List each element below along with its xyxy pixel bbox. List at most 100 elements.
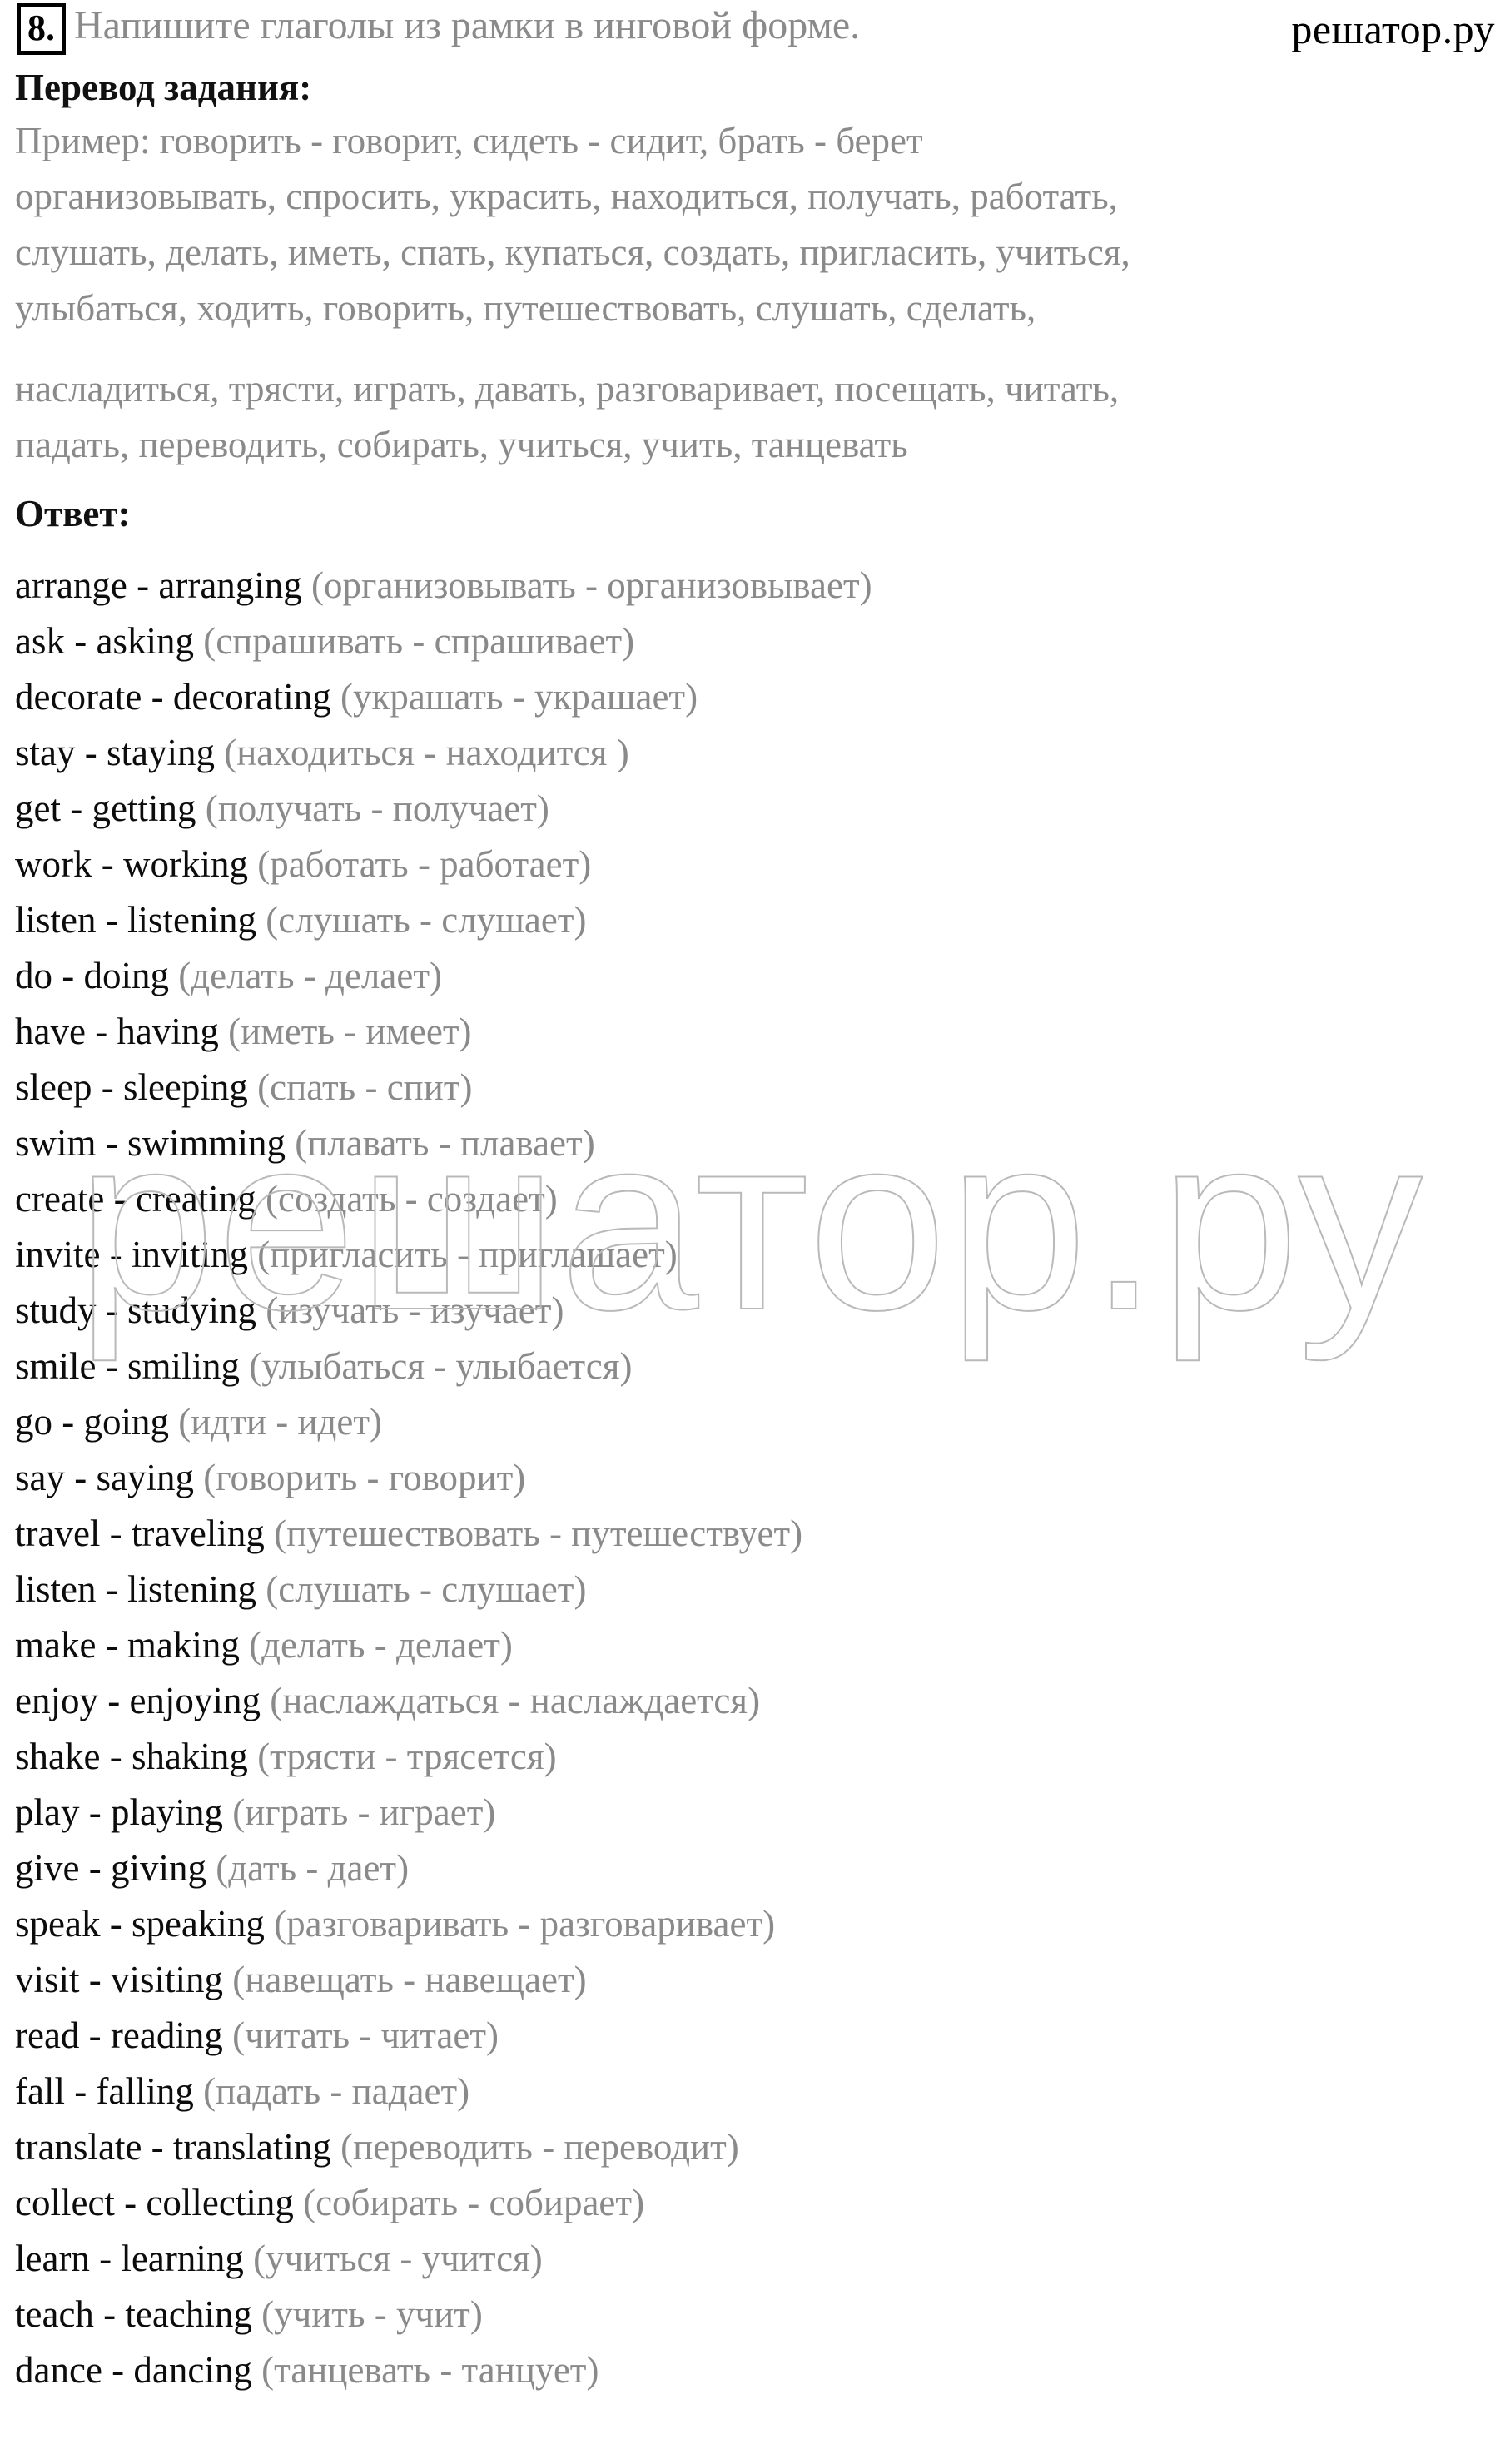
- translation-line: падать, переводить, собирать, учиться, у…: [15, 424, 908, 465]
- translation-block: Пример: говорить - говорит, сидеть - сид…: [0, 113, 1510, 473]
- answer-english: fall - falling: [15, 2070, 204, 2112]
- answer-english: swim - swimming: [15, 1122, 296, 1164]
- answer-russian: (наслаждаться - наслаждается): [270, 1680, 761, 1721]
- answer-line: study - studying (изучать - изучает): [15, 1283, 1510, 1339]
- answer-line: get - getting (получать - получает): [15, 781, 1510, 837]
- answer-line: smile - smiling (улыбаться - улыбается): [15, 1339, 1510, 1394]
- answer-line: shake - shaking (трясти - трясется): [15, 1729, 1510, 1785]
- answer-line: work - working (работать - работает): [15, 837, 1510, 892]
- answer-line: decorate - decorating (украшать - украша…: [15, 669, 1510, 725]
- answer-english: read - reading: [15, 2014, 233, 2056]
- answer-english: stay - staying: [15, 732, 225, 773]
- task-header: 8. Напишите глаголы из рамки в инговой ф…: [0, 0, 1510, 60]
- task-instruction-text: Напишите глаголы из рамки в инговой форм…: [74, 3, 861, 47]
- answer-line: fall - falling (падать - падает): [15, 2064, 1510, 2119]
- answer-english: arrange - arranging: [15, 564, 312, 606]
- answer-english: work - working: [15, 843, 258, 885]
- answer-russian: (учиться - учится): [253, 2238, 543, 2279]
- answer-line: dance - dancing (танцевать - танцует): [15, 2342, 1510, 2398]
- answer-russian: (слушать - слушает): [266, 899, 587, 941]
- answer-english: give - giving: [15, 1847, 216, 1889]
- answer-english: sleep - sleeping: [15, 1066, 258, 1108]
- answer-english: go - going: [15, 1401, 179, 1443]
- translation-line: улыбаться, ходить, говорить, путешествов…: [15, 287, 1036, 329]
- answer-line: play - playing (играть - играет): [15, 1785, 1510, 1841]
- answer-russian: (навещать - навещает): [232, 1959, 587, 2000]
- answer-english: translate - translating: [15, 2126, 341, 2168]
- answer-line: listen - listening (слушать - слушает): [15, 1562, 1510, 1617]
- answer-russian: (получать - получает): [205, 787, 549, 829]
- answer-english: create - creating: [15, 1178, 266, 1220]
- answer-line: travel - traveling (путешествовать - пут…: [15, 1506, 1510, 1562]
- answer-english: visit - visiting: [15, 1959, 233, 2000]
- answer-russian: (украшать - украшает): [340, 676, 698, 718]
- answer-line: listen - listening (слушать - слушает): [15, 892, 1510, 948]
- answer-line: collect - collecting (собирать - собирае…: [15, 2175, 1510, 2231]
- answer-russian: (падать - падает): [203, 2070, 470, 2112]
- answer-russian: (пригласить - приглашает): [257, 1234, 678, 1275]
- answer-line: teach - teaching (учить - учит): [15, 2287, 1510, 2342]
- answer-line: make - making (делать - делает): [15, 1617, 1510, 1673]
- answer-russian: (делать - делает): [249, 1624, 513, 1666]
- answer-russian: (делать - делает): [178, 955, 442, 996]
- answer-english: learn - learning: [15, 2238, 254, 2279]
- answer-list: arrange - arranging (организовывать - ор…: [0, 558, 1510, 2398]
- task-number-badge: 8.: [17, 3, 66, 55]
- answer-russian: (работать - работает): [257, 843, 592, 885]
- answer-russian: (улыбаться - улыбается): [249, 1345, 633, 1387]
- answer-line: learn - learning (учиться - учится): [15, 2231, 1510, 2287]
- translation-line: насладиться, трясти, играть, давать, раз…: [15, 368, 1120, 410]
- answer-line: have - having (иметь - имеет): [15, 1004, 1510, 1060]
- site-logo: решатор.ру: [1291, 6, 1495, 52]
- answer-english: make - making: [15, 1624, 250, 1666]
- answer-line: create - creating (создать - создает): [15, 1171, 1510, 1227]
- answer-russian: (организовывать - организовывает): [311, 564, 872, 606]
- answer-line: ask - asking (спрашивать - спрашивает): [15, 614, 1510, 669]
- answer-line: translate - translating (переводить - пе…: [15, 2119, 1510, 2175]
- answer-russian: (путешествовать - путешествует): [274, 1513, 803, 1554]
- answer-english: study - studying: [15, 1289, 266, 1331]
- answer-russian: (трясти - трясется): [257, 1736, 557, 1777]
- answer-english: enjoy - enjoying: [15, 1680, 271, 1721]
- answer-russian: (спрашивать - спрашивает): [203, 620, 635, 662]
- answer-russian: (танцевать - танцует): [261, 2349, 599, 2391]
- answer-english: say - saying: [15, 1457, 204, 1498]
- answer-russian: (слушать - слушает): [266, 1568, 587, 1610]
- translation-line: Пример: говорить - говорит, сидеть - сид…: [15, 120, 923, 161]
- answer-line: speak - speaking (разговаривать - разгов…: [15, 1896, 1510, 1952]
- answer-russian: (переводить - переводит): [340, 2126, 739, 2168]
- answer-russian: (разговаривать - разговаривает): [274, 1903, 776, 1945]
- answer-line: give - giving (дать - дает): [15, 1841, 1510, 1896]
- answer-english: decorate - decorating: [15, 676, 341, 718]
- answer-line: go - going (идти - идет): [15, 1394, 1510, 1450]
- answer-russian: (изучать - изучает): [266, 1289, 564, 1331]
- answer-english: speak - speaking: [15, 1903, 275, 1945]
- answer-line: say - saying (говорить - говорит): [15, 1450, 1510, 1506]
- answer-line: visit - visiting (навещать - навещает): [15, 1952, 1510, 2008]
- answer-russian: (находиться - находится ): [224, 732, 629, 773]
- answer-english: do - doing: [15, 955, 179, 996]
- answer-russian: (учить - учит): [261, 2293, 483, 2335]
- answer-russian: (играть - играет): [232, 1791, 496, 1833]
- answer-english: teach - teaching: [15, 2293, 262, 2335]
- answer-russian: (читать - читает): [232, 2014, 499, 2056]
- answer-line: enjoy - enjoying (наслаждаться - наслажд…: [15, 1673, 1510, 1729]
- translation-line: организовывать, спросить, украсить, нахо…: [15, 176, 1118, 217]
- translation-line: слушать, делать, иметь, спать, купаться,…: [15, 231, 1130, 273]
- answer-russian: (говорить - говорит): [203, 1457, 526, 1498]
- answer-english: have - having: [15, 1011, 229, 1052]
- answer-line: swim - swimming (плавать - плавает): [15, 1115, 1510, 1171]
- answer-line: arrange - arranging (организовывать - ор…: [15, 558, 1510, 614]
- answer-russian: (иметь - имеет): [228, 1011, 472, 1052]
- answer-english: smile - smiling: [15, 1345, 250, 1387]
- answer-english: collect - collecting: [15, 2182, 304, 2223]
- answer-english: ask - asking: [15, 620, 204, 662]
- answer-russian: (плавать - плавает): [295, 1122, 595, 1164]
- answer-russian: (создать - создает): [266, 1178, 558, 1220]
- answer-english: get - getting: [15, 787, 206, 829]
- answer-english: shake - shaking: [15, 1736, 258, 1777]
- answer-russian: (дать - дает): [216, 1847, 410, 1889]
- answer-russian: (идти - идет): [178, 1401, 383, 1443]
- answer-line: sleep - sleeping (спать - спит): [15, 1060, 1510, 1115]
- answer-line: invite - inviting (пригласить - приглаша…: [15, 1227, 1510, 1283]
